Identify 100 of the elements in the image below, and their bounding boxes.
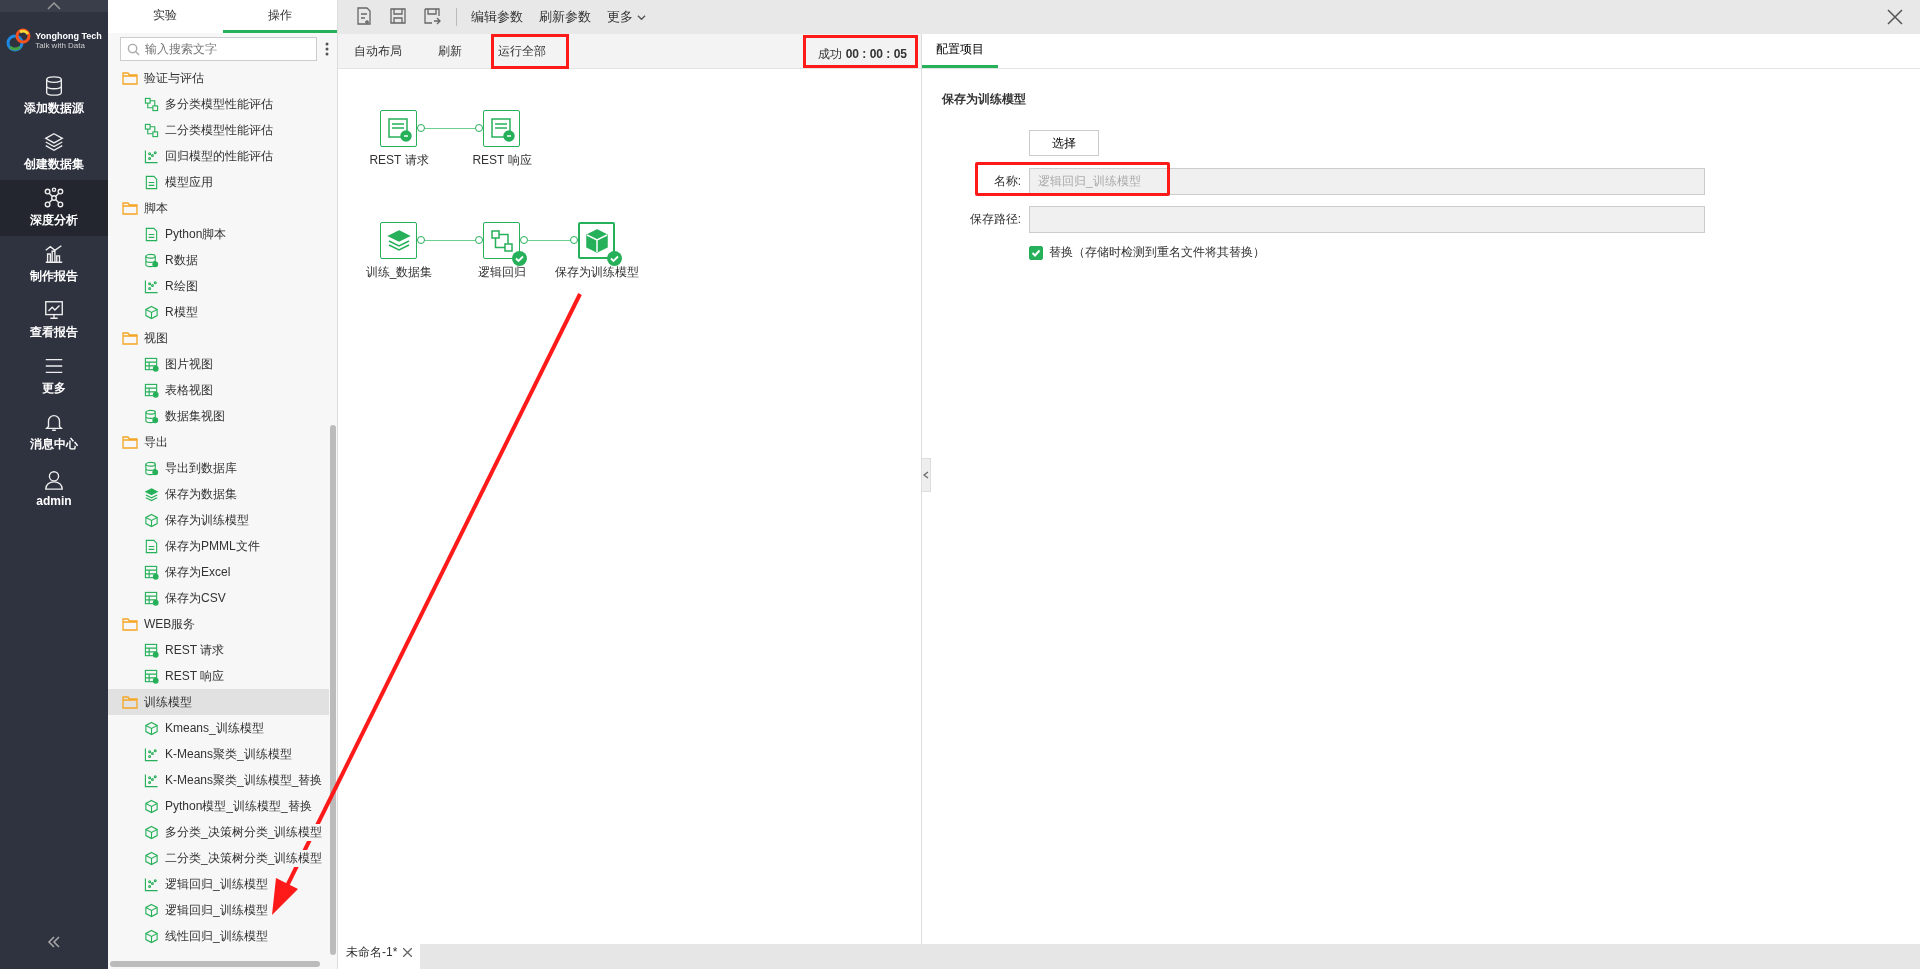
nav-item[interactable]: 查看报告 [0, 292, 108, 348]
tree-item[interactable]: 保存为CSV [108, 585, 329, 611]
tree-item[interactable]: 模型应用 [108, 169, 329, 195]
flowchart-icon [144, 122, 159, 138]
table-icon [144, 564, 159, 580]
port-handle[interactable] [417, 124, 425, 132]
tree-item[interactable]: 多分类_决策树分类_训练模型 [108, 819, 329, 845]
tree-folder[interactable]: 视图 [108, 325, 329, 351]
collapse-handle[interactable] [921, 458, 931, 492]
tree-item[interactable]: 数据集视图 [108, 403, 329, 429]
flow-node[interactable] [380, 222, 417, 259]
port-handle[interactable] [417, 236, 425, 244]
database-icon [144, 252, 159, 268]
tree-item[interactable]: 保存为Excel [108, 559, 329, 585]
logo-icon [6, 27, 33, 53]
node-label: REST 请求 [368, 153, 430, 167]
tree-item[interactable]: R数据 [108, 247, 329, 273]
search-field[interactable]: 输入搜索文字 [120, 37, 317, 61]
close-icon[interactable] [403, 948, 413, 957]
tree-item[interactable]: 保存为训练模型 [108, 507, 329, 533]
tree-folder[interactable]: 验证与评估 [108, 65, 329, 91]
folder-icon [122, 331, 138, 345]
tree-item[interactable]: R模型 [108, 299, 329, 325]
tree-item[interactable]: K-Means聚类_训练模型 [108, 741, 329, 767]
tree-item[interactable]: 导出到数据库 [108, 455, 329, 481]
port-handle[interactable] [475, 124, 483, 132]
nav-item[interactable]: admin [0, 460, 108, 516]
checkbox[interactable] [1029, 245, 1043, 260]
tree-item[interactable]: Python脚本 [108, 221, 329, 247]
flow-node[interactable] [380, 110, 417, 147]
scatter-plot-icon [144, 746, 159, 762]
tree-item[interactable]: REST 请求 [108, 637, 329, 663]
flow-node[interactable] [483, 110, 520, 147]
scatter-plot-icon [144, 148, 159, 164]
tree-item[interactable]: 图片视图 [108, 351, 329, 377]
tree-item[interactable]: 多分类模型性能评估 [108, 91, 329, 117]
chevron-up-icon[interactable] [47, 2, 61, 10]
tree-item[interactable]: K-Means聚类_训练模型_替换 [108, 767, 329, 793]
scatter-plot-icon [144, 876, 159, 892]
port-handle[interactable] [520, 236, 528, 244]
tree-item[interactable]: 保存为数据集 [108, 481, 329, 507]
select-button[interactable]: 选择 [1029, 130, 1099, 156]
tree-item[interactable]: 回归模型的性能评估 [108, 143, 329, 169]
port-handle[interactable] [570, 236, 578, 244]
tree-item[interactable]: 二分类_决策树分类_训练模型 [108, 845, 329, 871]
canvas-action[interactable]: 自动布局 [350, 36, 406, 66]
chevron-left-icon [923, 471, 929, 479]
flow-node[interactable] [483, 222, 520, 259]
tree-folder[interactable]: WEB服务 [108, 611, 329, 637]
toolbar-button[interactable]: 刷新参数 [537, 8, 593, 26]
folder-icon [122, 435, 138, 449]
layers-icon [144, 486, 159, 502]
tree-item[interactable]: 二分类模型性能评估 [108, 117, 329, 143]
tree-item[interactable]: R绘图 [108, 273, 329, 299]
cube-icon [144, 824, 159, 840]
flow-node[interactable] [578, 222, 615, 259]
canvas-action[interactable]: 刷新 [434, 36, 466, 66]
tree-item[interactable]: 逻辑回归_训练模型 [108, 897, 329, 923]
connector-line [528, 240, 570, 241]
table-icon [144, 382, 159, 398]
more-icon[interactable] [325, 42, 329, 56]
port-handle[interactable] [475, 236, 483, 244]
more-menu[interactable]: 更多 [605, 8, 648, 26]
nav-item[interactable]: 添加数据源 [0, 68, 108, 124]
double-chevron-icon[interactable] [47, 935, 61, 949]
tree-folder[interactable]: 导出 [108, 429, 329, 455]
search-icon [127, 43, 140, 56]
cube-icon [144, 304, 159, 320]
document-icon [144, 226, 159, 242]
network-icon [43, 187, 65, 209]
caret-icon [637, 12, 646, 22]
nav-item[interactable]: 创建数据集 [0, 124, 108, 180]
run-status: 成功 00 : 00 : 05 [806, 37, 915, 65]
tree-item[interactable]: 线性回归_训练模型 [108, 923, 329, 949]
nav-item[interactable]: 消息中心 [0, 404, 108, 460]
tree-item[interactable]: Python模型_训练模型_替换 [108, 793, 329, 819]
nav-item[interactable]: 更多 [0, 348, 108, 404]
tree-folder[interactable]: 训练模型 [108, 689, 329, 715]
table-icon [144, 590, 159, 606]
scatter-plot-icon [144, 772, 159, 788]
cube-icon [144, 850, 159, 866]
toolbar-button[interactable]: 编辑参数 [469, 8, 525, 26]
tree-item[interactable]: REST 响应 [108, 663, 329, 689]
tree-item[interactable]: 保存为PMML文件 [108, 533, 329, 559]
scatter-plot-icon [144, 278, 159, 294]
tree-item[interactable]: 逻辑回归_训练模型 [108, 871, 329, 897]
tree-item[interactable]: Kmeans_训练模型 [108, 715, 329, 741]
node-label: 训练_数据集 [364, 265, 434, 279]
canvas-action[interactable]: 运行全部 [494, 36, 566, 66]
nav-item[interactable]: 深度分析 [0, 180, 108, 236]
nav-item[interactable]: 制作报告 [0, 236, 108, 292]
tree-item[interactable]: 表格视图 [108, 377, 329, 403]
cube-icon [144, 798, 159, 814]
connector-line [425, 128, 475, 129]
document-icon [144, 538, 159, 554]
tree-folder[interactable]: 脚本 [108, 195, 329, 221]
database-icon [144, 408, 159, 424]
chart-icon [43, 243, 65, 265]
user-icon [43, 468, 65, 491]
document-icon [144, 174, 159, 190]
